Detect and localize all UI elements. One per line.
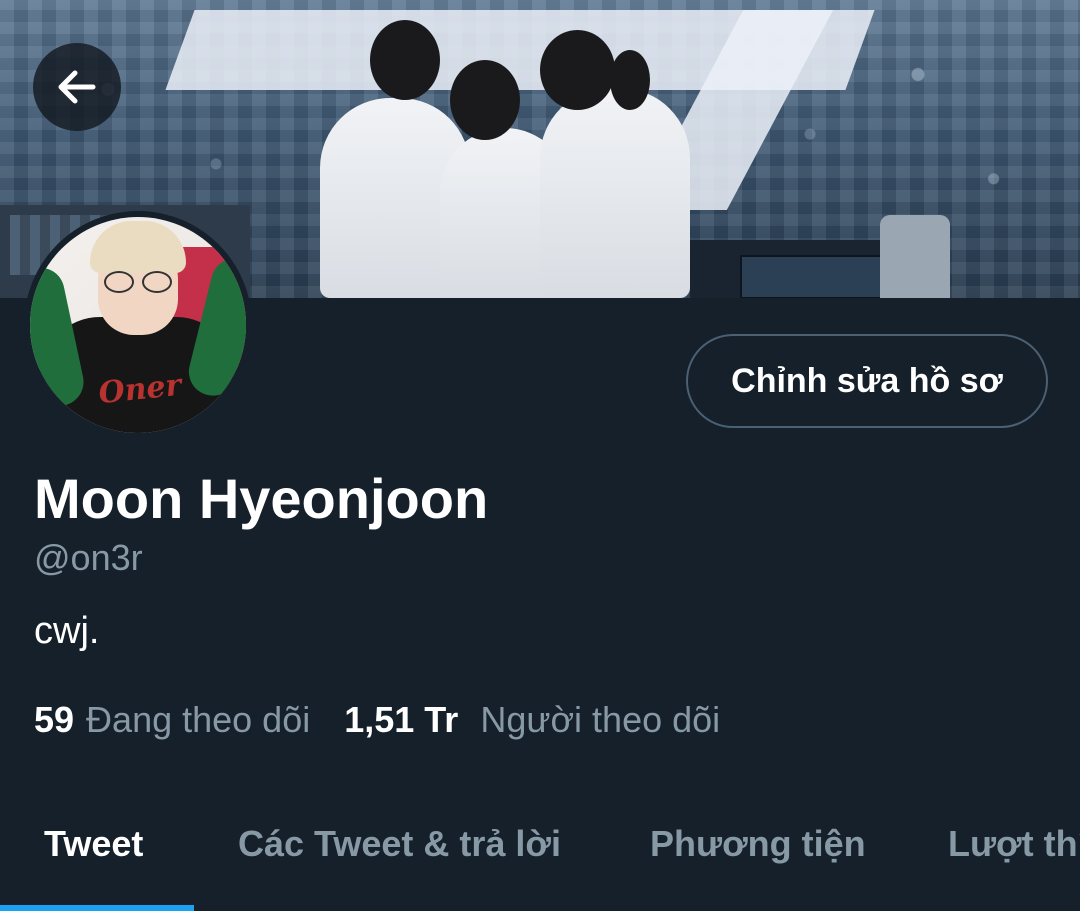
banner-player-head	[610, 50, 650, 110]
banner-monitor	[740, 255, 884, 298]
banner-chair	[880, 215, 950, 298]
banner-player-head	[370, 20, 440, 100]
profile-tabs: Tweet Các Tweet & trả lời Phương tiện Lư…	[0, 790, 1080, 911]
active-tab-indicator	[0, 905, 194, 911]
followers-link[interactable]: 1,51 Tr Người theo dõi	[344, 698, 720, 742]
followers-count: 1,51 Tr	[344, 699, 459, 740]
edit-profile-button[interactable]: Chỉnh sửa hồ sơ	[686, 334, 1048, 428]
tab-tweets-and-replies[interactable]: Các Tweet & trả lời	[238, 814, 561, 874]
profile-screen: Oner Chỉnh sửa hồ sơ Moon Hyeonjoon @on3…	[0, 0, 1080, 911]
back-button[interactable]	[33, 43, 121, 131]
avatar-hair	[90, 221, 186, 273]
following-count: 59	[34, 699, 75, 740]
user-bio: cwj.	[34, 610, 100, 652]
banner-player	[540, 88, 690, 298]
following-link[interactable]: 59 Đang theo dõi	[34, 698, 310, 742]
banner-player-head	[450, 60, 520, 140]
arrow-left-icon	[58, 70, 96, 104]
user-handle: @on3r	[34, 537, 143, 578]
follow-stats: 59 Đang theo dõi 1,51 Tr Người theo dõi	[34, 698, 720, 742]
banner-players	[300, 20, 720, 298]
following-label: Đang theo dõi	[86, 699, 311, 740]
avatar-glasses	[104, 271, 172, 293]
banner-player-head	[540, 30, 615, 110]
tab-likes[interactable]: Lượt thích	[948, 814, 1080, 874]
followers-label: Người theo dõi	[480, 699, 721, 740]
avatar-image: Oner	[30, 217, 246, 433]
display-name: Moon Hyeonjoon	[34, 467, 489, 530]
tab-tweets[interactable]: Tweet	[44, 814, 143, 874]
tab-media[interactable]: Phương tiện	[650, 814, 866, 874]
avatar[interactable]: Oner	[24, 211, 252, 439]
